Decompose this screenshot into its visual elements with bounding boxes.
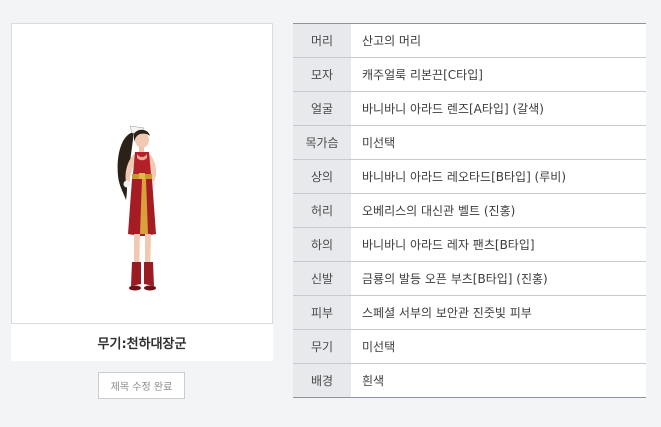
weapon-caption-text: 무기:천하대장군 — [97, 337, 187, 352]
character-preview — [11, 23, 273, 324]
equipment-row-background: 배경 흰색 — [293, 364, 646, 398]
item-name: 스페셜 서부의 보안관 진줏빛 피부 — [351, 296, 646, 329]
title-edit-complete-label: 제목 수정 완료 — [110, 382, 173, 393]
slot-label: 신발 — [293, 262, 351, 295]
slot-label: 머리 — [293, 24, 351, 57]
slot-label: 상의 — [293, 160, 351, 193]
equipment-row-top: 상의 바니바니 아라드 레오타드[B타입] (루비) — [293, 160, 646, 194]
equipment-row-head: 머리 산고의 머리 — [293, 24, 646, 58]
equipment-table: 머리 산고의 머리 모자 캐주얼룩 리본끈[C타입] 얼굴 바니바니 아라드 렌… — [293, 23, 646, 398]
item-name: 바니바니 아라드 렌즈[A타입] (갈색) — [351, 92, 646, 125]
character-avatar-image — [117, 125, 157, 291]
item-name: 금룡의 발등 오픈 부츠[B타입] (진홍) — [351, 262, 646, 295]
equipment-row-shoes: 신발 금룡의 발등 오픈 부츠[B타입] (진홍) — [293, 262, 646, 296]
item-name: 흰색 — [351, 364, 646, 397]
weapon-caption: 무기:천하대장군 — [11, 324, 273, 361]
slot-label: 얼굴 — [293, 92, 351, 125]
item-name: 미선택 — [351, 330, 646, 363]
title-edit-complete-button[interactable]: 제목 수정 완료 — [98, 372, 185, 399]
item-name: 산고의 머리 — [351, 24, 646, 57]
item-name: 캐주얼룩 리본끈[C타입] — [351, 58, 646, 91]
equipment-row-skin: 피부 스페셜 서부의 보안관 진줏빛 피부 — [293, 296, 646, 330]
equipment-row-neck: 목가슴 미선택 — [293, 126, 646, 160]
slot-label: 무기 — [293, 330, 351, 363]
slot-label: 하의 — [293, 228, 351, 261]
equipment-row-hat: 모자 캐주얼룩 리본끈[C타입] — [293, 58, 646, 92]
equipment-row-face: 얼굴 바니바니 아라드 렌즈[A타입] (갈색) — [293, 92, 646, 126]
equipment-row-bottom: 하의 바니바니 아라드 레자 팬츠[B타입] — [293, 228, 646, 262]
item-name: 미선택 — [351, 126, 646, 159]
item-name: 오베리스의 대신관 벨트 (진홍) — [351, 194, 646, 227]
slot-label: 배경 — [293, 364, 351, 397]
slot-label: 허리 — [293, 194, 351, 227]
equipment-row-waist: 허리 오베리스의 대신관 벨트 (진홍) — [293, 194, 646, 228]
equipment-row-weapon: 무기 미선택 — [293, 330, 646, 364]
item-name: 바니바니 아라드 레자 팬츠[B타입] — [351, 228, 646, 261]
slot-label: 목가슴 — [293, 126, 351, 159]
item-name: 바니바니 아라드 레오타드[B타입] (루비) — [351, 160, 646, 193]
slot-label: 모자 — [293, 58, 351, 91]
slot-label: 피부 — [293, 296, 351, 329]
avatar-equipment-panel: 무기:천하대장군 제목 수정 완료 머리 산고의 머리 모자 캐주얼룩 리본끈[… — [0, 0, 661, 427]
